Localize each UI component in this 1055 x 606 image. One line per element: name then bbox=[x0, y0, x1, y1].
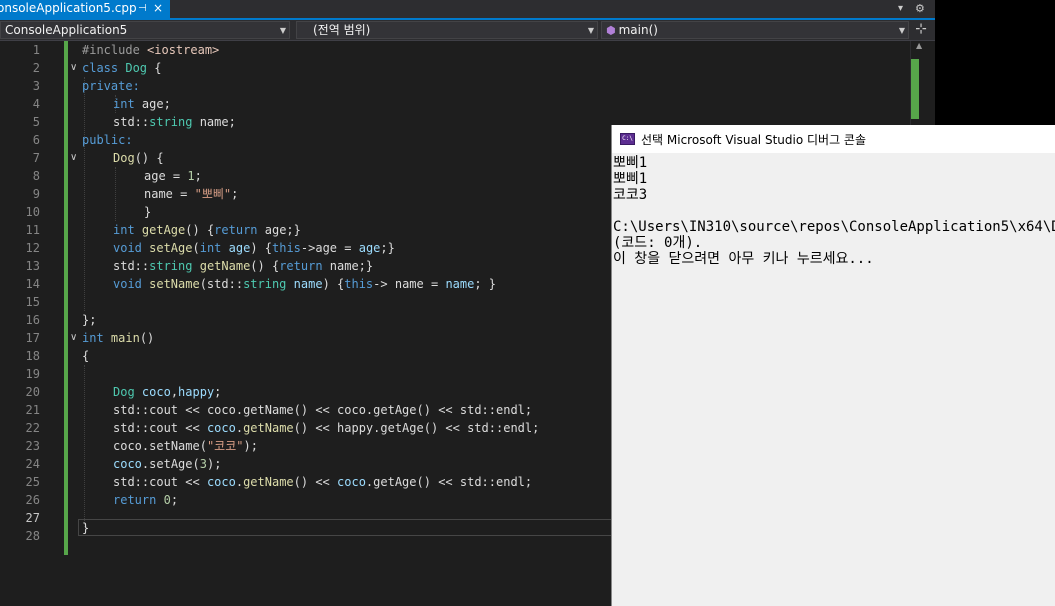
close-icon[interactable]: × bbox=[153, 0, 163, 17]
line-number: 15 bbox=[25, 295, 40, 309]
scroll-up-icon[interactable]: ▲ bbox=[916, 41, 922, 50]
line-number: 7 bbox=[32, 151, 40, 165]
line-number: 6 bbox=[32, 133, 40, 147]
fold-icon[interactable]: ∨ bbox=[70, 329, 77, 347]
tab-list-dropdown-icon[interactable]: ▾ bbox=[898, 0, 903, 17]
code-line: name = "뽀삐"; bbox=[144, 187, 239, 201]
console-line: C:\Users\IN310\source\repos\ConsoleAppli… bbox=[613, 219, 1055, 235]
line-number: 10 bbox=[25, 205, 40, 219]
indent-guide bbox=[84, 365, 86, 527]
change-tracking-bar bbox=[64, 41, 68, 555]
indent-guide bbox=[115, 167, 117, 221]
code-line: std::cout << coco.getName() << coco.getA… bbox=[113, 475, 533, 489]
line-number: 18 bbox=[25, 349, 40, 363]
fold-icon[interactable]: ∨ bbox=[70, 149, 77, 167]
code-line: void setAge(int age) {this->age = age;} bbox=[113, 241, 395, 255]
background-area bbox=[935, 0, 1055, 125]
code-line: return 0; bbox=[113, 493, 179, 507]
project-name: ConsoleApplication5 bbox=[5, 23, 128, 37]
code-line: age = 1; bbox=[144, 169, 202, 183]
code-line: coco.setName("코코"); bbox=[113, 439, 258, 453]
line-number: 16 bbox=[25, 313, 40, 327]
line-number: 8 bbox=[32, 169, 40, 183]
code-line: int getAge() {return age;} bbox=[113, 223, 301, 237]
code-line: Dog() { bbox=[113, 151, 164, 165]
console-line: 뽀삐1 bbox=[613, 171, 648, 187]
code-line: private: bbox=[82, 79, 140, 93]
split-editor-icon[interactable]: ⊹ bbox=[911, 20, 931, 40]
line-number: 27 bbox=[25, 511, 40, 525]
scope-name: (전역 범위) bbox=[313, 23, 371, 37]
scrollbar-thumb[interactable] bbox=[911, 59, 919, 119]
code-line: std::string getName() {return name;} bbox=[113, 259, 374, 273]
code-line: { bbox=[82, 349, 90, 363]
member-dropdown[interactable]: ⬢ main() ▼ bbox=[601, 21, 909, 39]
line-number: 11 bbox=[25, 223, 40, 237]
console-line: 코코3 bbox=[613, 187, 648, 203]
line-number: 4 bbox=[32, 97, 40, 111]
code-line: coco.setAge(3); bbox=[113, 457, 222, 471]
line-number: 3 bbox=[32, 79, 40, 93]
code-line: void setName(std::string name) {this-> n… bbox=[113, 277, 497, 291]
line-number: 22 bbox=[25, 421, 40, 435]
line-number: 19 bbox=[25, 367, 40, 381]
console-title: 선택 Microsoft Visual Studio 디버그 콘솔 bbox=[641, 133, 867, 147]
project-dropdown[interactable]: ConsoleApplication5 ▼ bbox=[0, 21, 290, 39]
code-line: public: bbox=[82, 133, 133, 147]
line-number: 25 bbox=[25, 475, 40, 489]
code-line: std::cout << coco.getName() << coco.getA… bbox=[113, 403, 533, 417]
console-line: (코드: 0개). bbox=[613, 235, 703, 251]
line-number: 17 bbox=[25, 331, 40, 345]
chevron-down-icon: ▼ bbox=[279, 26, 286, 35]
line-number: 1 bbox=[32, 43, 40, 57]
line-number: 20 bbox=[25, 385, 40, 399]
code-line: Dog coco,happy; bbox=[113, 385, 222, 399]
code-line: } bbox=[144, 205, 152, 219]
line-number: 24 bbox=[25, 457, 40, 471]
line-number: 13 bbox=[25, 259, 40, 273]
code-line: int age; bbox=[113, 97, 171, 111]
code-line: std::string name; bbox=[113, 115, 236, 129]
chevron-down-icon: ▼ bbox=[898, 26, 905, 35]
chevron-down-icon: ▼ bbox=[587, 26, 594, 35]
line-number: 21 bbox=[25, 403, 40, 417]
method-icon: ⬢ bbox=[606, 24, 616, 37]
fold-icon[interactable]: ∨ bbox=[70, 59, 77, 77]
indent-guide bbox=[84, 77, 86, 311]
navigation-bar: ConsoleApplication5 ▼ (전역 범위) ▼ ⬢ main() … bbox=[0, 20, 935, 41]
code-line: }; bbox=[82, 313, 97, 327]
line-number: 2 bbox=[32, 61, 40, 75]
debug-console-window[interactable]: C:\ 선택 Microsoft Visual Studio 디버그 콘솔 뽀삐… bbox=[611, 125, 1055, 606]
code-line: int main() bbox=[82, 331, 155, 345]
member-name: main() bbox=[618, 23, 658, 37]
code-line: class Dog { bbox=[82, 61, 162, 75]
line-number: 23 bbox=[25, 439, 40, 453]
console-line: 이 창을 닫으려면 아무 키나 누르세요... bbox=[613, 251, 874, 267]
line-number: 5 bbox=[32, 115, 40, 129]
scope-dropdown[interactable]: (전역 범위) ▼ bbox=[296, 21, 598, 39]
line-number: 12 bbox=[25, 241, 40, 255]
code-line: #include <iostream> bbox=[82, 43, 220, 57]
line-number: 14 bbox=[25, 277, 40, 291]
console-line: 뽀삐1 bbox=[613, 155, 648, 171]
tab-consoleapplication5-cpp[interactable]: onsoleApplication5.cpp ⊣ × bbox=[0, 0, 170, 18]
pin-icon[interactable]: ⊣ bbox=[138, 0, 147, 17]
line-number: 9 bbox=[32, 187, 40, 201]
console-output[interactable]: 뽀삐1 뽀삐1 코코3 C:\Users\IN310\source\repos\… bbox=[612, 153, 1055, 606]
tab-title: onsoleApplication5.cpp bbox=[0, 1, 137, 15]
document-tab-bar: onsoleApplication5.cpp ⊣ × ▾ ⚙ bbox=[0, 0, 935, 20]
line-number: 26 bbox=[25, 493, 40, 507]
code-line: std::cout << coco.getName() << happy.get… bbox=[113, 421, 540, 435]
console-title-bar[interactable]: C:\ 선택 Microsoft Visual Studio 디버그 콘솔 bbox=[612, 125, 1055, 153]
console-app-icon: C:\ bbox=[620, 133, 635, 145]
code-line: } bbox=[82, 521, 90, 535]
line-number: 28 bbox=[25, 529, 40, 543]
gear-icon[interactable]: ⚙ bbox=[915, 0, 925, 17]
